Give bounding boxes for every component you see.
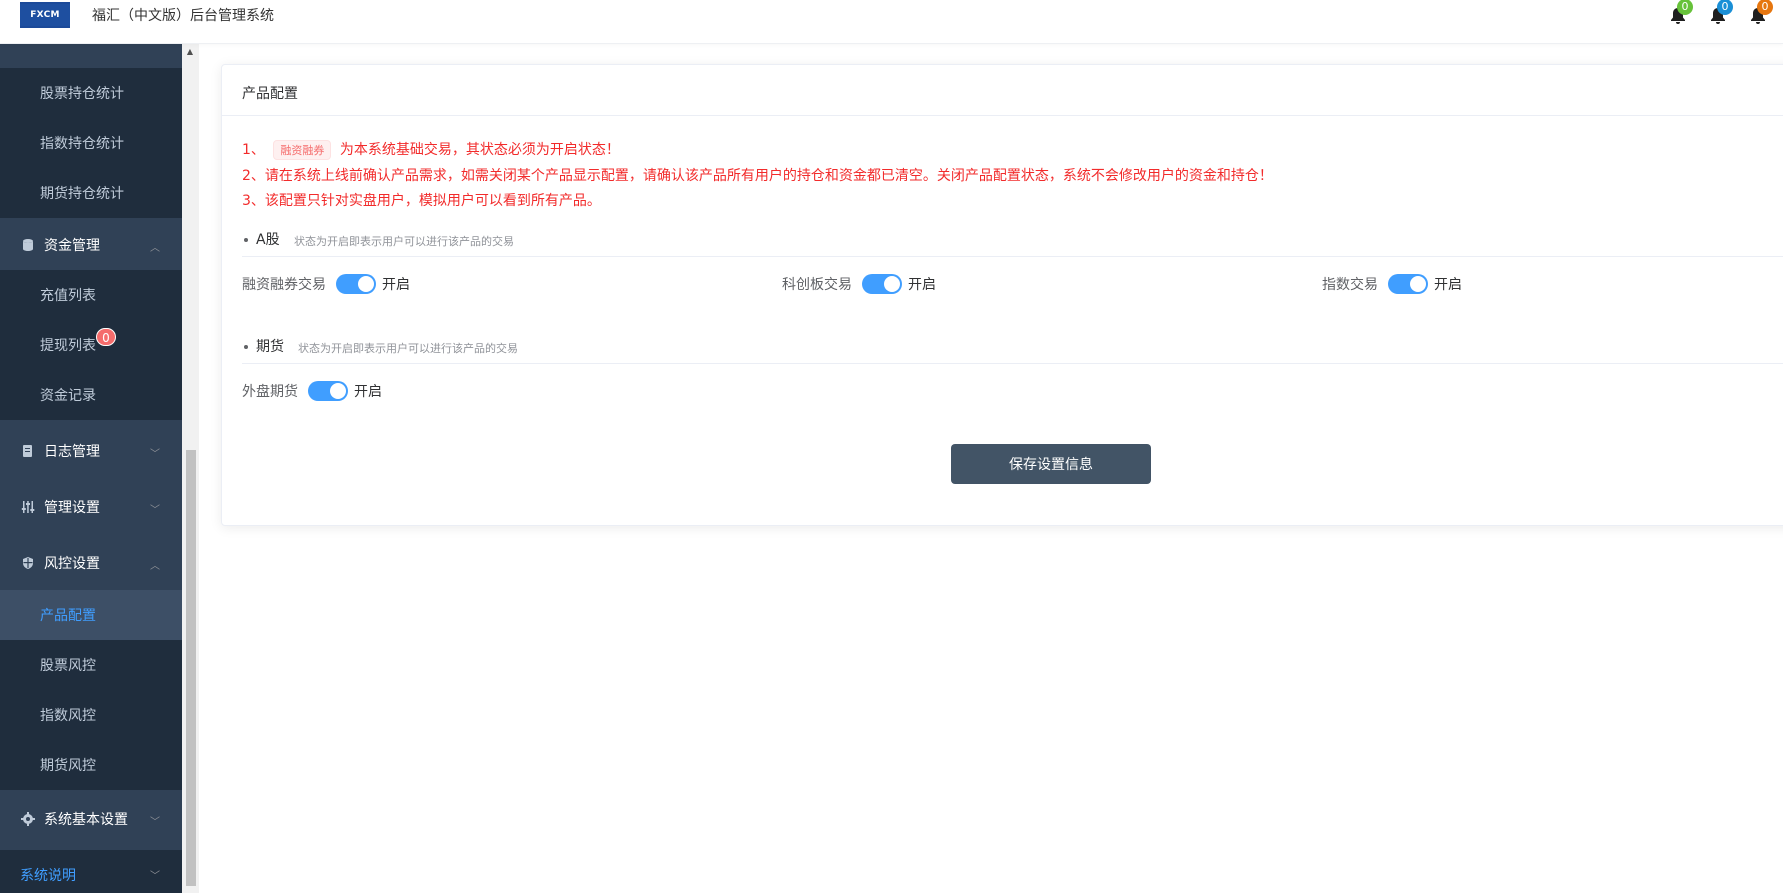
chevron-down-icon: ﹀ bbox=[150, 449, 160, 460]
shield-icon bbox=[20, 555, 36, 571]
section-a-shares: A股 状态为开启即表示用户可以进行该产品的交易 bbox=[242, 227, 1783, 257]
margin-trading-toggle[interactable] bbox=[336, 274, 376, 294]
section-title: A股 bbox=[256, 232, 280, 248]
chevron-up-icon: ︿ bbox=[150, 561, 160, 572]
switch-row-foreign-futures: 外盘期货 开启 bbox=[242, 381, 382, 401]
sidebar-item-recharge-list[interactable]: 充值列表 bbox=[0, 270, 182, 320]
notification-badge: 0 bbox=[1677, 0, 1693, 15]
switch-state: 开启 bbox=[354, 384, 382, 400]
notification-bell-3[interactable]: 0 bbox=[1748, 0, 1773, 28]
sidebar-item-label: 风控设置 bbox=[44, 556, 100, 572]
sidebar-item-futures-risk[interactable]: 期货风控 bbox=[0, 740, 182, 790]
section-subtitle: 状态为开启即表示用户可以进行该产品的交易 bbox=[298, 342, 518, 355]
gear-icon bbox=[20, 811, 36, 827]
withdraw-badge: 0 bbox=[96, 328, 116, 346]
index-trading-toggle[interactable] bbox=[1388, 274, 1428, 294]
sidebar-item-label: 系统说明 bbox=[20, 868, 76, 884]
sidebar-item-label: 指数持仓统计 bbox=[40, 136, 124, 152]
sidebar-item-stock-position[interactable]: 股票持仓统计 bbox=[0, 68, 182, 118]
section-futures: 期货 状态为开启即表示用户可以进行该产品的交易 bbox=[242, 334, 1783, 364]
sidebar-item-index-position[interactable]: 指数持仓统计 bbox=[0, 118, 182, 168]
chevron-down-icon: ﹀ bbox=[150, 505, 160, 516]
sidebar-item-label: 资金记录 bbox=[40, 388, 96, 404]
switch-row-index-trading: 指数交易 开启 bbox=[1322, 274, 1462, 294]
switch-label: 科创板交易 bbox=[782, 277, 852, 293]
top-bar: FXCM 福汇（中文版）后台管理系统 0 0 0 bbox=[0, 0, 1783, 44]
notice-1-text: 为本系统基础交易，其状态必须为开启状态！ bbox=[339, 142, 620, 158]
sidebar-item-label: 资金管理 bbox=[44, 238, 100, 254]
database-icon bbox=[20, 237, 36, 253]
switch-label: 外盘期货 bbox=[242, 384, 298, 400]
sidebar-item-label: 管理设置 bbox=[44, 500, 100, 516]
chevron-up-icon: ︿ bbox=[150, 243, 160, 254]
sidebar-item-label: 提现列表 bbox=[40, 338, 96, 354]
sidebar-item-stock-risk[interactable]: 股票风控 bbox=[0, 640, 182, 690]
sidebar-item-label: 指数风控 bbox=[40, 708, 96, 724]
sidebar-item-futures-position[interactable]: 期货持仓统计 bbox=[0, 168, 182, 218]
sidebar-item-label: 期货持仓统计 bbox=[40, 186, 124, 202]
logo: FXCM bbox=[20, 2, 70, 28]
bullet-dot bbox=[244, 345, 248, 349]
sidebar-item-label: 股票风控 bbox=[40, 658, 96, 674]
switch-state: 开启 bbox=[1434, 277, 1462, 293]
sidebar-item-label: 股票持仓统计 bbox=[40, 86, 124, 102]
sidebar-item-risk-settings[interactable]: 风控设置 ︿ bbox=[0, 538, 182, 588]
logo-text: FXCM bbox=[20, 4, 70, 26]
bullet-dot bbox=[244, 238, 248, 242]
switch-state: 开启 bbox=[908, 277, 936, 293]
chevron-down-icon: ﹀ bbox=[150, 871, 160, 882]
section-subtitle: 状态为开启即表示用户可以进行该产品的交易 bbox=[294, 235, 514, 248]
scroll-up-arrow-icon[interactable]: ▲ bbox=[185, 47, 195, 57]
save-settings-button[interactable]: 保存设置信息 bbox=[951, 444, 1151, 484]
switch-row-margin-trading: 融资融券交易 开启 bbox=[242, 274, 410, 294]
notification-bell-2[interactable]: 0 bbox=[1708, 0, 1733, 28]
notification-bell-1[interactable]: 0 bbox=[1668, 0, 1693, 28]
notification-badge: 0 bbox=[1717, 0, 1733, 15]
switch-state: 开启 bbox=[382, 277, 410, 293]
sidebar-item-label: 充值列表 bbox=[40, 288, 96, 304]
sidebar: 股票持仓统计 指数持仓统计 期货持仓统计 资金管理 ︿ 充值列表 提现列表 0 … bbox=[0, 44, 182, 893]
notice-1: 1、 融资融券 为本系统基础交易，其状态必须为开启状态！ bbox=[242, 139, 620, 160]
app-title: 福汇（中文版）后台管理系统 bbox=[92, 8, 274, 24]
sidebar-scrollbar-thumb[interactable] bbox=[186, 450, 196, 886]
sidebar-item-index-risk[interactable]: 指数风控 bbox=[0, 690, 182, 740]
chevron-down-icon: ﹀ bbox=[150, 817, 160, 828]
notice-3: 3、该配置只针对实盘用户，模拟用户可以看到所有产品。 bbox=[242, 193, 601, 209]
star-market-toggle[interactable] bbox=[862, 274, 902, 294]
sidebar-item-withdraw-list[interactable]: 提现列表 0 bbox=[0, 320, 182, 370]
log-icon bbox=[20, 443, 36, 459]
section-title: 期货 bbox=[256, 339, 284, 355]
switch-label: 指数交易 bbox=[1322, 277, 1378, 293]
switch-label: 融资融券交易 bbox=[242, 277, 326, 293]
sliders-icon bbox=[20, 499, 36, 515]
sidebar-item-system-settings[interactable]: 系统基本设置 ﹀ bbox=[0, 794, 182, 844]
sidebar-item-label: 系统基本设置 bbox=[44, 812, 128, 828]
sidebar-item-fund-records[interactable]: 资金记录 bbox=[0, 370, 182, 420]
sidebar-item-logs[interactable]: 日志管理 ﹀ bbox=[0, 426, 182, 476]
sidebar-item-system-docs[interactable]: 系统说明 ﹀ bbox=[0, 850, 182, 893]
sidebar-item-label: 产品配置 bbox=[40, 608, 96, 624]
notice-1-prefix: 1、 bbox=[242, 142, 265, 158]
switch-row-star-market: 科创板交易 开启 bbox=[782, 274, 936, 294]
sidebar-item-label: 日志管理 bbox=[44, 444, 100, 460]
notification-badge: 0 bbox=[1757, 0, 1773, 15]
margin-trading-tag: 融资融券 bbox=[273, 140, 332, 160]
notice-2: 2、请在系统上线前确认产品需求，如需关闭某个产品显示配置，请确认该产品所有用户的… bbox=[242, 168, 1273, 184]
sidebar-item-label: 期货风控 bbox=[40, 758, 96, 774]
sidebar-item-admin-settings[interactable]: 管理设置 ﹀ bbox=[0, 482, 182, 532]
card-title: 产品配置 bbox=[222, 65, 1783, 116]
sidebar-item-product-config[interactable]: 产品配置 bbox=[0, 590, 182, 640]
sidebar-item-funds[interactable]: 资金管理 ︿ bbox=[0, 220, 182, 270]
foreign-futures-toggle[interactable] bbox=[308, 381, 348, 401]
